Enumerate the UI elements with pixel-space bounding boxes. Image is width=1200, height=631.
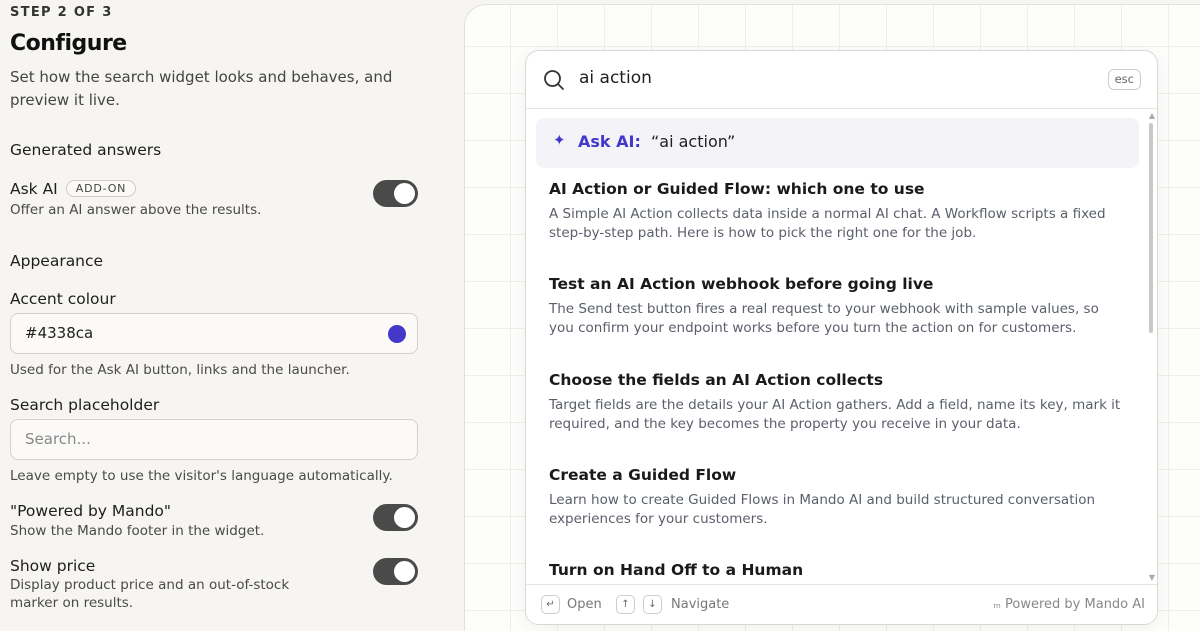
scroll-down-arrow[interactable]: ▼ xyxy=(1149,573,1155,582)
accent-colour-label: Accent colour xyxy=(10,290,116,308)
accent-colour-field[interactable]: #4338ca xyxy=(10,313,418,354)
result-title: Create a Guided Flow xyxy=(549,466,737,484)
toggle-knob xyxy=(394,561,415,582)
search-placeholder-field[interactable]: Search... xyxy=(10,419,418,460)
ask-ai-row-label: Ask AI: xyxy=(578,132,641,151)
show-price-help: Display product price and an out-of-stoc… xyxy=(10,577,290,611)
powered-by-label: "Powered by Mando" xyxy=(10,502,172,520)
ask-ai-toggle[interactable] xyxy=(373,180,418,207)
arrow-down-icon: ↓ xyxy=(643,595,662,614)
search-placeholder-hint: Search... xyxy=(25,430,91,448)
open-hint: Open xyxy=(567,597,602,612)
result-item[interactable]: Create a Guided Flow Learn how to create… xyxy=(549,466,1124,528)
result-title: Test an AI Action webhook before going l… xyxy=(549,275,934,293)
navigate-hint: Navigate xyxy=(671,597,730,612)
page-description: Set how the search widget looks and beha… xyxy=(10,68,393,109)
settings-panel: STEP 2 OF 3 Configure Set how the search… xyxy=(0,0,440,631)
show-price-toggle[interactable] xyxy=(373,558,418,585)
accent-colour-help: Used for the Ask AI button, links and th… xyxy=(10,362,350,378)
result-item[interactable]: AI Action or Guided Flow: which one to u… xyxy=(549,180,1124,242)
toggle-knob xyxy=(394,183,415,204)
result-item[interactable]: Turn on Hand Off to a Human xyxy=(549,561,1124,585)
result-excerpt: The Send test button fires a real reques… xyxy=(549,301,1099,336)
search-bar[interactable]: ai action esc xyxy=(526,51,1157,109)
result-excerpt: A Simple AI Action collects data inside … xyxy=(549,206,1106,241)
result-title: Turn on Hand Off to a Human xyxy=(549,561,804,579)
page-title: Configure xyxy=(10,31,127,56)
scrollbar-thumb[interactable] xyxy=(1149,123,1153,333)
section-appearance: Appearance xyxy=(10,252,104,270)
add-on-badge: ADD-ON xyxy=(65,180,137,197)
search-icon xyxy=(543,69,565,95)
powered-by-footer[interactable]: ₘ Powered by Mando AI xyxy=(993,597,1145,612)
toggle-knob xyxy=(394,507,415,528)
search-widget-preview: ai action esc ✦ Ask AI: “ai action” AI A… xyxy=(525,50,1158,625)
ask-ai-row-query: “ai action” xyxy=(651,132,736,151)
step-indicator: STEP 2 OF 3 xyxy=(10,5,113,20)
enter-key-icon: ↵ xyxy=(541,595,560,614)
results-list: ✦ Ask AI: “ai action” AI Action or Guide… xyxy=(526,110,1157,585)
sparkle-icon: ✦ xyxy=(553,131,566,149)
search-query[interactable]: ai action xyxy=(579,68,652,88)
result-title: Choose the fields an AI Action collects xyxy=(549,371,884,389)
ask-ai-label: Ask AI xyxy=(10,180,58,198)
powered-by-toggle[interactable] xyxy=(373,504,418,531)
result-title: AI Action or Guided Flow: which one to u… xyxy=(549,180,925,198)
colour-swatch[interactable] xyxy=(388,325,406,343)
powered-by-text: Powered by Mando AI xyxy=(1005,597,1145,612)
show-price-label: Show price xyxy=(10,557,96,575)
result-item[interactable]: Test an AI Action webhook before going l… xyxy=(549,275,1124,337)
section-generated-answers: Generated answers xyxy=(10,141,162,159)
arrow-up-icon: ↑ xyxy=(616,595,635,614)
ask-ai-help: Offer an AI answer above the results. xyxy=(10,202,262,218)
result-excerpt: Learn how to create Guided Flows in Mand… xyxy=(549,492,1096,527)
ask-ai-setting-label: Ask AI ADD-ON xyxy=(10,180,137,198)
scroll-up-arrow[interactable]: ▲ xyxy=(1149,111,1155,120)
esc-key[interactable]: esc xyxy=(1107,69,1141,90)
mando-logo-icon: ₘ xyxy=(993,597,1001,611)
ask-ai-row[interactable]: ✦ Ask AI: “ai action” xyxy=(536,118,1139,168)
search-placeholder-label: Search placeholder xyxy=(10,396,160,414)
accent-colour-value: #4338ca xyxy=(25,324,94,342)
widget-footer: ↵ Open ↑ ↓ Navigate ₘ Powered by Mando A… xyxy=(526,584,1157,624)
search-placeholder-help: Leave empty to use the visitor's languag… xyxy=(10,468,393,484)
result-excerpt: Target fields are the details your AI Ac… xyxy=(549,397,1121,432)
powered-by-help: Show the Mando footer in the widget. xyxy=(10,523,265,539)
result-item[interactable]: Choose the fields an AI Action collects … xyxy=(549,371,1124,433)
